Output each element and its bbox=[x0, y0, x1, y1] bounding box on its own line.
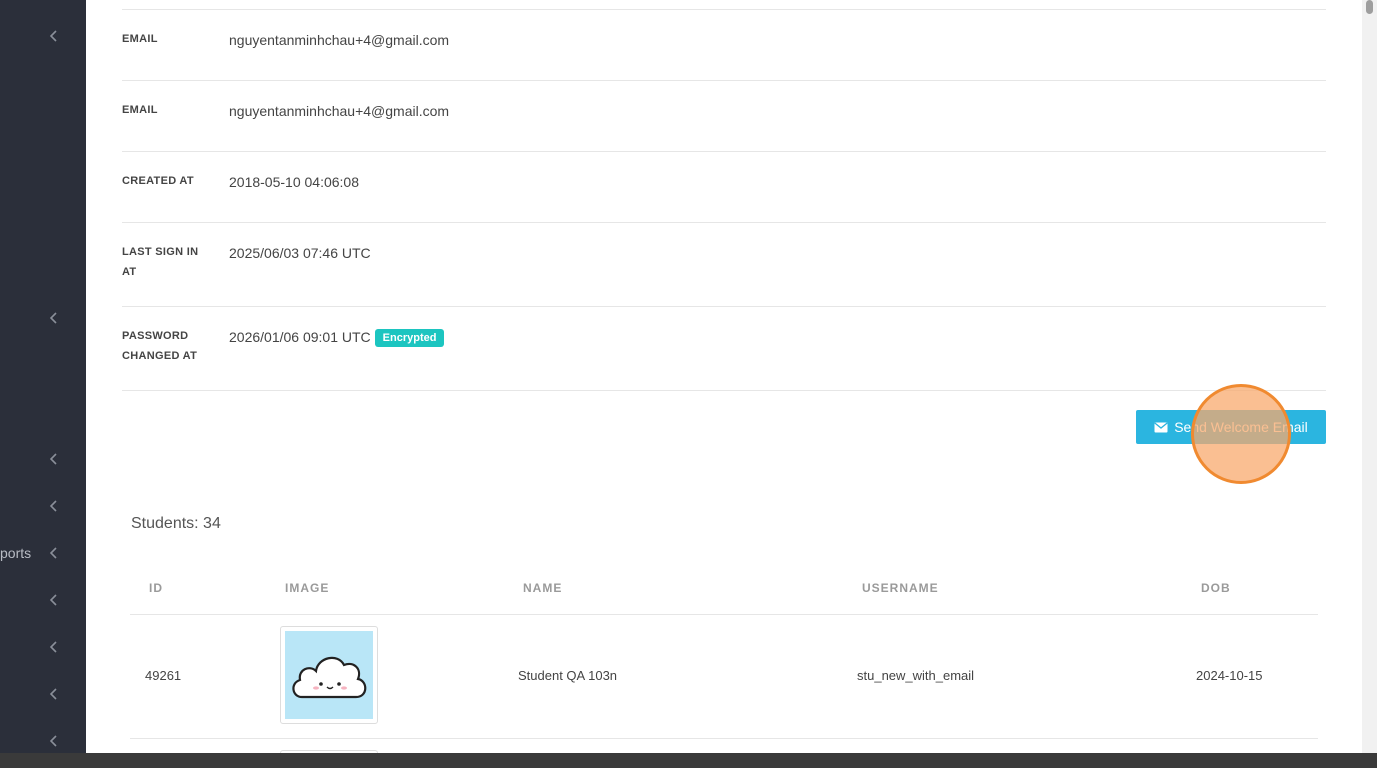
detail-row-last-sign-in: LAST SIGN IN AT 2025/06/03 07:46 UTC bbox=[122, 223, 1326, 307]
column-header-username[interactable]: USERNAME bbox=[862, 581, 939, 595]
vertical-scrollbar[interactable] bbox=[1362, 0, 1377, 753]
chevron-left-icon[interactable] bbox=[50, 641, 60, 655]
send-welcome-email-button[interactable]: Send Welcome Email bbox=[1136, 410, 1326, 444]
detail-label: PASSWORD CHANGED AT bbox=[122, 330, 198, 362]
main-content: EMAIL nguyentanminhchau+4@gmail.com EMAI… bbox=[86, 0, 1362, 753]
column-header-dob[interactable]: DOB bbox=[1201, 581, 1231, 595]
envelope-icon bbox=[1154, 421, 1168, 432]
detail-value: nguyentanminhchau+4@gmail.com bbox=[229, 103, 450, 119]
detail-row-password-changed: PASSWORD CHANGED AT 2026/01/06 09:01 UTC… bbox=[122, 307, 1326, 391]
chevron-left-icon[interactable] bbox=[50, 30, 60, 44]
chevron-left-icon[interactable] bbox=[50, 735, 60, 749]
detail-value: 2026/01/06 09:01 UTC Encrypted bbox=[229, 327, 445, 347]
detail-row-created-at: CREATED AT 2018-05-10 04:06:08 bbox=[122, 152, 1326, 223]
detail-label: LAST SIGN IN AT bbox=[122, 246, 199, 278]
sidebar-item-reports-label[interactable]: ports bbox=[0, 545, 31, 561]
column-header-image[interactable]: IMAGE bbox=[285, 581, 329, 595]
chevron-left-icon[interactable] bbox=[50, 453, 60, 467]
chevron-left-icon[interactable] bbox=[50, 594, 60, 608]
cloud-icon bbox=[292, 656, 367, 699]
detail-value: 2025/06/03 07:46 UTC bbox=[229, 245, 371, 261]
student-avatar bbox=[280, 626, 378, 724]
send-welcome-email-label: Send Welcome Email bbox=[1174, 419, 1308, 435]
encrypted-badge: Encrypted bbox=[374, 329, 445, 347]
students-count: Students: 34 bbox=[131, 515, 221, 532]
password-changed-value: 2026/01/06 09:01 UTC bbox=[229, 329, 371, 345]
chevron-left-icon[interactable] bbox=[50, 312, 60, 326]
bottom-bar bbox=[0, 753, 1377, 768]
student-id: 49261 bbox=[145, 668, 182, 683]
detail-value: nguyentanminhchau+4@gmail.com bbox=[229, 32, 450, 48]
detail-row-email: EMAIL nguyentanminhchau+4@gmail.com bbox=[122, 81, 1326, 152]
sidebar: ports bbox=[0, 0, 86, 753]
student-dob: 2024-10-15 bbox=[1196, 668, 1263, 683]
scrollbar-thumb[interactable] bbox=[1366, 0, 1373, 14]
detail-label: EMAIL bbox=[122, 33, 158, 45]
student-name[interactable]: Student QA 103n bbox=[518, 668, 617, 683]
detail-value: 2018-05-10 04:06:08 bbox=[229, 174, 359, 190]
detail-label: EMAIL bbox=[122, 104, 158, 116]
column-header-name[interactable]: NAME bbox=[523, 581, 562, 595]
detail-row-email: EMAIL nguyentanminhchau+4@gmail.com bbox=[122, 10, 1326, 81]
column-header-id[interactable]: ID bbox=[149, 581, 163, 595]
table-row[interactable]: 49261 Student QA 103n stu_new_with_email… bbox=[130, 614, 1318, 739]
chevron-left-icon[interactable] bbox=[50, 500, 60, 514]
student-username: stu_new_with_email bbox=[857, 668, 975, 683]
chevron-left-icon[interactable] bbox=[50, 688, 60, 702]
detail-label: CREATED AT bbox=[122, 175, 194, 187]
chevron-left-icon[interactable] bbox=[50, 547, 60, 561]
students-table-header: ID IMAGE NAME USERNAME DOB bbox=[130, 570, 1318, 615]
